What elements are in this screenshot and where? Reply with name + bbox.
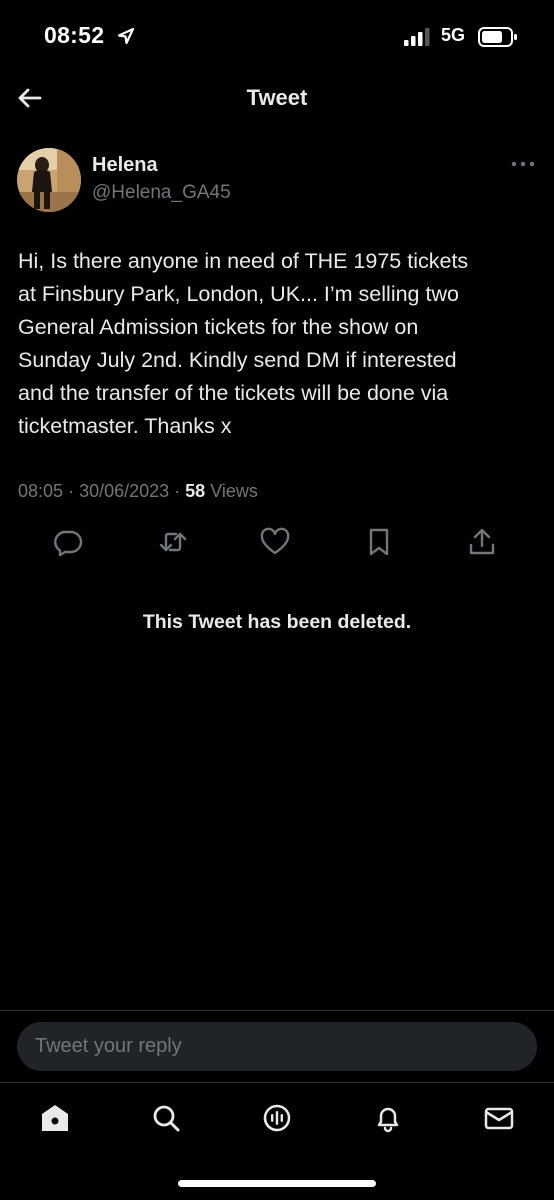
tweet-date: 30/06/2023 — [79, 481, 170, 501]
reply-icon[interactable] — [52, 526, 84, 558]
battery-icon — [478, 27, 517, 47]
share-icon[interactable] — [466, 526, 498, 558]
status-time: 08:52 — [44, 22, 105, 48]
more-icon[interactable] — [508, 156, 538, 172]
author-handle[interactable]: @Helena_GA45 — [92, 182, 231, 204]
avatar-photo — [17, 148, 81, 212]
views-count[interactable]: 58 — [185, 481, 205, 501]
tweet-author: Helena @Helena_GA45 — [0, 146, 554, 216]
tweet-actions — [0, 524, 554, 560]
cellular-signal-icon — [404, 28, 430, 46]
bell-icon[interactable] — [370, 1100, 406, 1136]
location-arrow-icon — [117, 27, 135, 45]
home-indicator[interactable] — [178, 1180, 376, 1187]
tweet-meta: 08:05 · 30/06/2023 · 58 Views — [18, 481, 258, 502]
tweet-time: 08:05 — [18, 481, 64, 501]
spaces-icon[interactable] — [259, 1100, 295, 1136]
home-icon[interactable] — [37, 1100, 73, 1136]
bookmark-icon[interactable] — [363, 526, 395, 558]
status-bar: 08:52 5G — [0, 0, 554, 70]
heart-icon[interactable] — [259, 526, 291, 558]
top-app-bar: Tweet — [0, 70, 554, 128]
deleted-notice: This Tweet has been deleted. — [142, 611, 412, 633]
search-icon[interactable] — [148, 1100, 184, 1136]
bottom-navigation — [0, 1083, 554, 1153]
retweet-icon[interactable] — [157, 526, 189, 558]
divider — [0, 1010, 554, 1011]
reply-input[interactable] — [17, 1022, 537, 1071]
meta-separator: · — [174, 481, 186, 501]
tweet-text: Hi, Is there anyone in need of THE 1975 … — [18, 249, 469, 438]
page-title: Tweet — [246, 85, 308, 110]
mail-icon[interactable] — [481, 1100, 517, 1136]
views-label: Views — [210, 481, 258, 501]
avatar[interactable] — [17, 148, 81, 212]
meta-separator: · — [68, 481, 80, 501]
network-type: 5G — [441, 25, 466, 45]
author-name[interactable]: Helena — [92, 154, 158, 177]
tweet-detail-screen: 08:52 5G Tweet Helena @Helena_GA45 Hi, I… — [0, 0, 554, 1200]
